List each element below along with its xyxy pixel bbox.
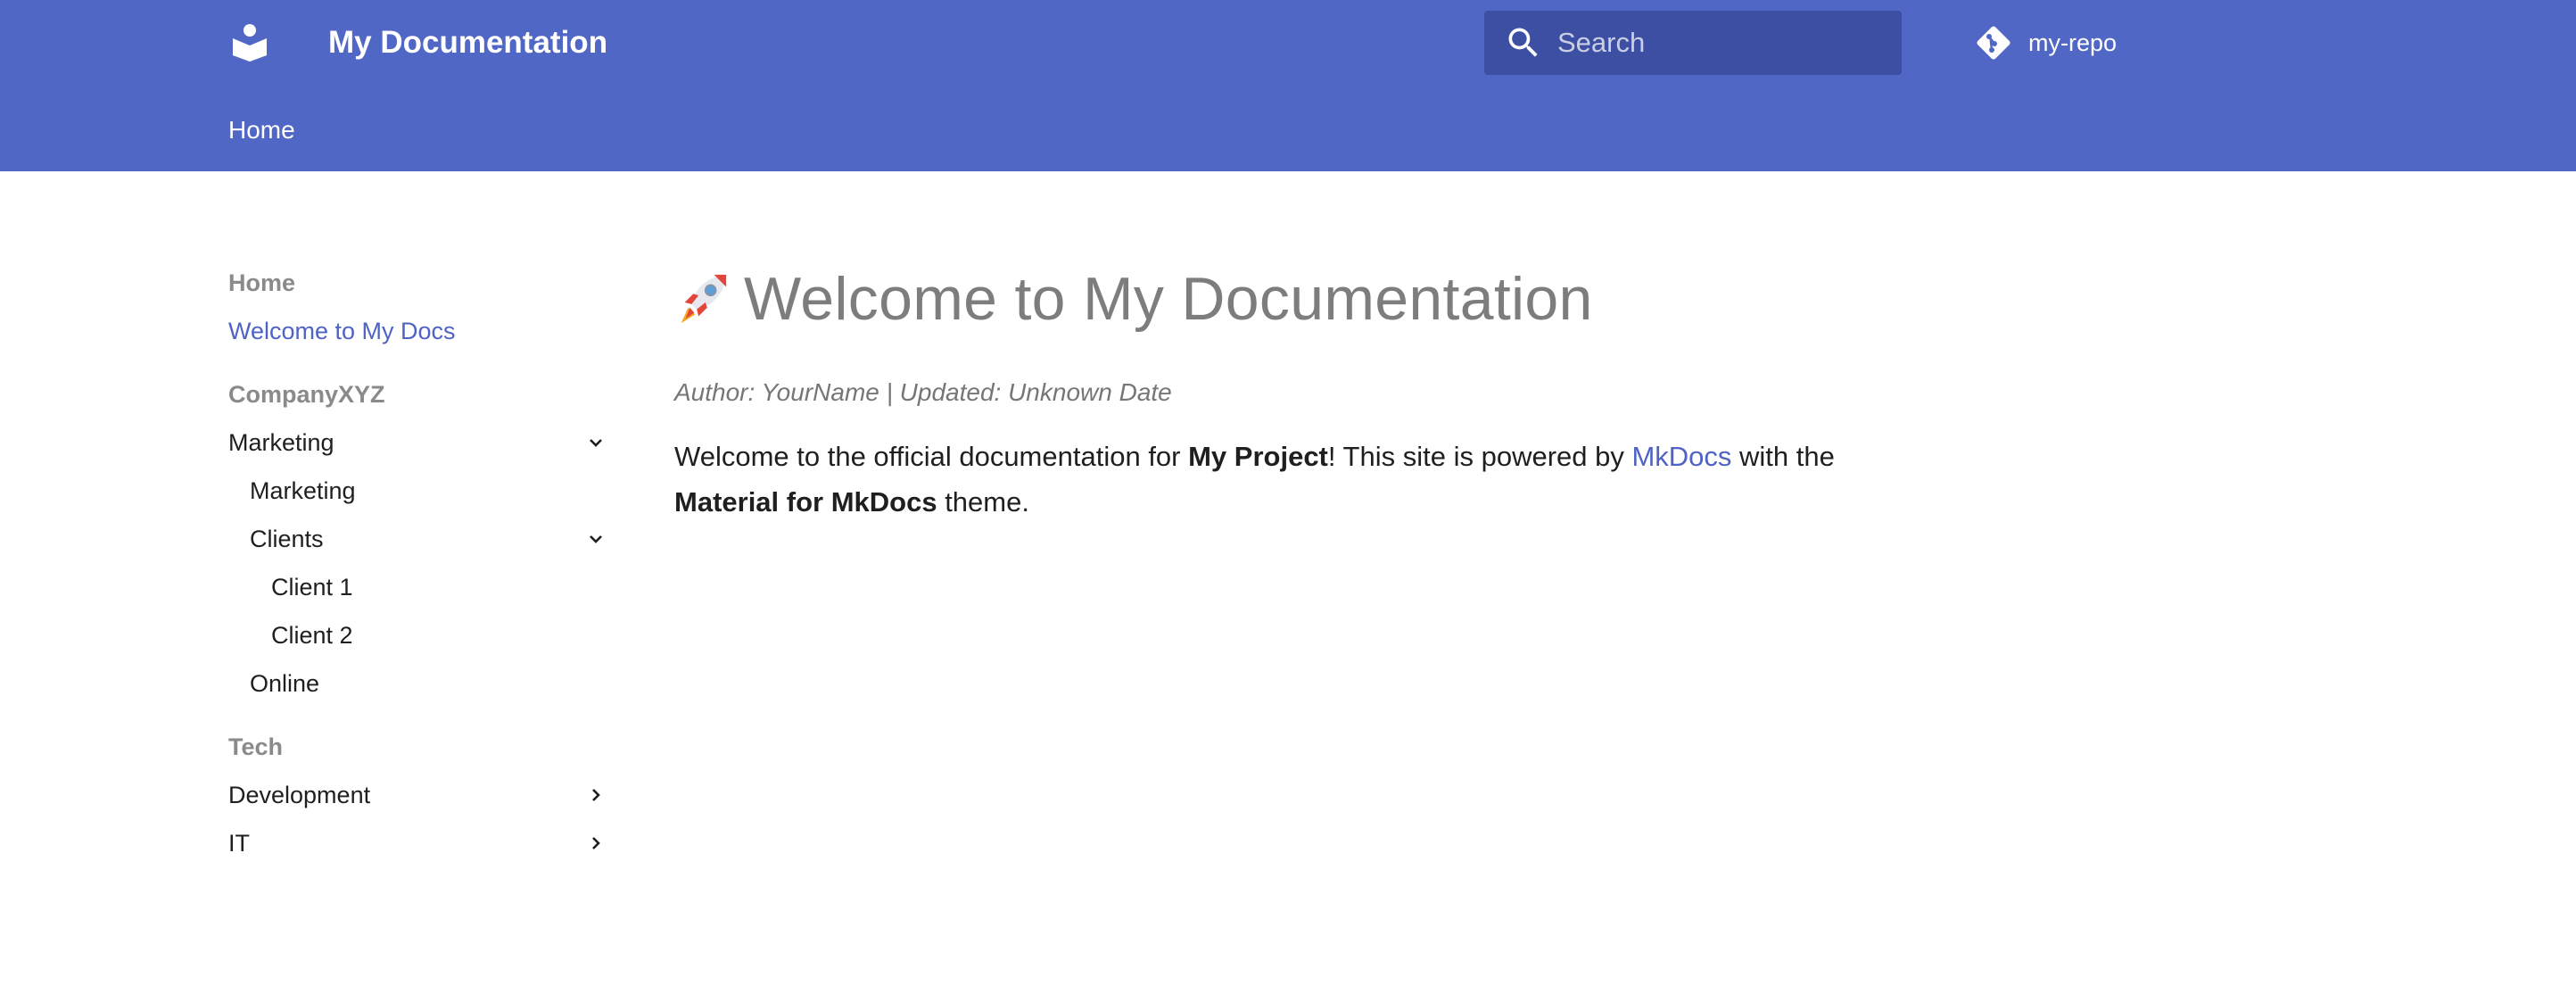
intro-text-1: Welcome to the official documentation fo… [674, 441, 1189, 472]
chevron-down-icon[interactable] [585, 432, 607, 453]
intro-text-2: ! This site is powered by [1327, 441, 1632, 472]
chevron-right-icon[interactable] [585, 784, 607, 806]
mkdocs-link[interactable]: MkDocs [1631, 441, 1731, 472]
sidebar-nav: Home Welcome to My Docs CompanyXYZ Marke… [228, 259, 612, 867]
repo-name: my-repo [2028, 29, 2118, 56]
git-icon [1977, 26, 2010, 60]
sidebar-item-label: IT [228, 830, 250, 857]
site-title[interactable]: My Documentation [328, 23, 607, 62]
site-logo[interactable] [228, 21, 271, 64]
sidebar-section-home: Home [228, 269, 296, 296]
main-content: Welcome to My Documentation Author: Your… [674, 259, 1923, 525]
sidebar-item-welcome[interactable]: Welcome to My Docs [228, 307, 612, 355]
search-input[interactable] [1557, 11, 1887, 75]
search-icon [1508, 28, 1538, 57]
intro-text-4: theme. [937, 486, 1029, 518]
sidebar-section-companyxyz: CompanyXYZ [228, 381, 385, 408]
theme-name: Material for MkDocs [674, 486, 937, 518]
repo-link[interactable]: my-repo [1973, 18, 2117, 68]
sidebar-item-marketing-group[interactable]: Marketing [228, 418, 612, 467]
sidebar-item-client-1[interactable]: Client 1 [228, 563, 612, 611]
rocket-icon [681, 274, 727, 324]
chevron-right-icon[interactable] [585, 832, 607, 854]
tab-home[interactable]: Home [228, 112, 295, 148]
book-reader-icon [233, 24, 267, 62]
sidebar-item-label: Marketing [228, 429, 334, 456]
project-name: My Project [1188, 441, 1328, 472]
sidebar-item-clients-group[interactable]: Clients [228, 515, 612, 563]
top-header: My Documentation my-repo Home [0, 0, 2576, 171]
sidebar-item-it[interactable]: IT [228, 819, 612, 867]
sidebar-item-label: Clients [250, 526, 324, 552]
page-title-text: Welcome to My Documentation [744, 265, 1593, 333]
sidebar-item-online[interactable]: Online [228, 659, 612, 708]
intro-paragraph: Welcome to the official documentation fo… [674, 434, 1923, 525]
chevron-down-icon[interactable] [585, 528, 607, 550]
author-meta: Author: YourName | Updated: Unknown Date [674, 378, 1172, 406]
sidebar-item-marketing[interactable]: Marketing [228, 467, 612, 515]
sidebar-item-development[interactable]: Development [228, 771, 612, 819]
intro-text-3: with the [1731, 441, 1835, 472]
search-box[interactable] [1484, 11, 1902, 75]
sidebar-section-tech: Tech [228, 733, 284, 760]
page-title: Welcome to My Documentation [674, 259, 1923, 339]
sidebar-item-client-2[interactable]: Client 2 [228, 611, 612, 659]
sidebar-item-label: Development [228, 782, 371, 808]
